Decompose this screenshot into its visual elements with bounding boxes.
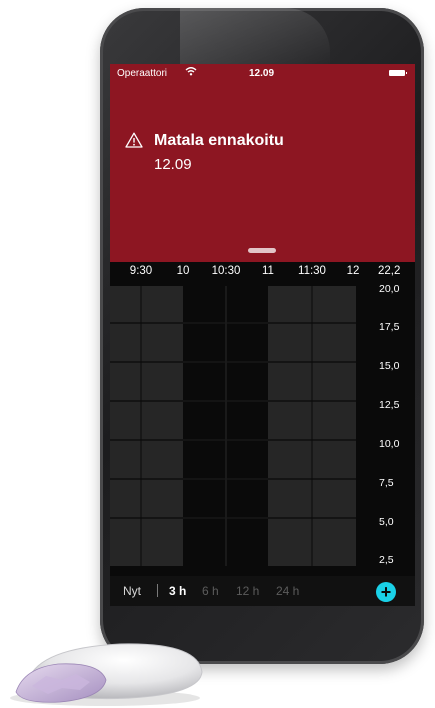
y-tick-label: 15,0 (379, 360, 400, 372)
warning-icon (125, 132, 143, 148)
alert-title: Matala ennakoitu (154, 132, 284, 149)
range-option-3h[interactable]: 3 h (169, 584, 186, 598)
status-time: 12.09 (249, 68, 275, 79)
alert-time: 12.09 (154, 156, 192, 173)
y-tick-label: 17,5 (379, 321, 400, 333)
range-divider (157, 584, 158, 597)
y-tick-label: 20,0 (379, 283, 400, 295)
x-tick-label: 11:30 (298, 265, 326, 277)
range-option-6h[interactable]: 6 h (202, 584, 219, 598)
x-tick-label: 10:30 (212, 265, 241, 277)
now-button[interactable]: Nyt (123, 584, 141, 598)
add-button[interactable]: + (376, 582, 396, 602)
y-tick-label: 10,0 (379, 438, 400, 450)
battery-icon (389, 70, 407, 76)
y-max-label: 22,2 (378, 265, 400, 277)
glucose-sensor-device (10, 643, 203, 706)
range-option-12h[interactable]: 12 h (236, 584, 259, 598)
carrier-label: Operaattori (117, 68, 168, 79)
plus-icon: + (380, 582, 392, 602)
y-tick-label: 2,5 (379, 554, 394, 566)
y-tick-label: 5,0 (379, 516, 394, 528)
chart-grid (110, 286, 356, 566)
x-tick-label: 12 (347, 265, 360, 277)
y-tick-label: 7,5 (379, 477, 394, 489)
wifi-icon (185, 67, 197, 76)
x-tick-label: 10 (177, 265, 190, 277)
chart-panel-left (110, 286, 183, 566)
x-tick-label: 11 (262, 265, 274, 277)
time-range-selector: Nyt 3 h 6 h 12 h 24 h + (110, 576, 415, 606)
drag-handle[interactable] (248, 248, 276, 253)
range-option-24h[interactable]: 24 h (276, 584, 299, 598)
glucose-chart: 9:30 10 10:30 11 11:30 12 22,2 20,0 17,5… (110, 265, 400, 566)
app-screen: Operaattori 12.09 Matala ennakoitu 12.09 (110, 64, 415, 606)
x-tick-label: 9:30 (130, 265, 152, 277)
alert-banner[interactable]: Operaattori 12.09 Matala ennakoitu 12.09 (110, 64, 415, 262)
y-tick-label: 12,5 (379, 399, 400, 411)
